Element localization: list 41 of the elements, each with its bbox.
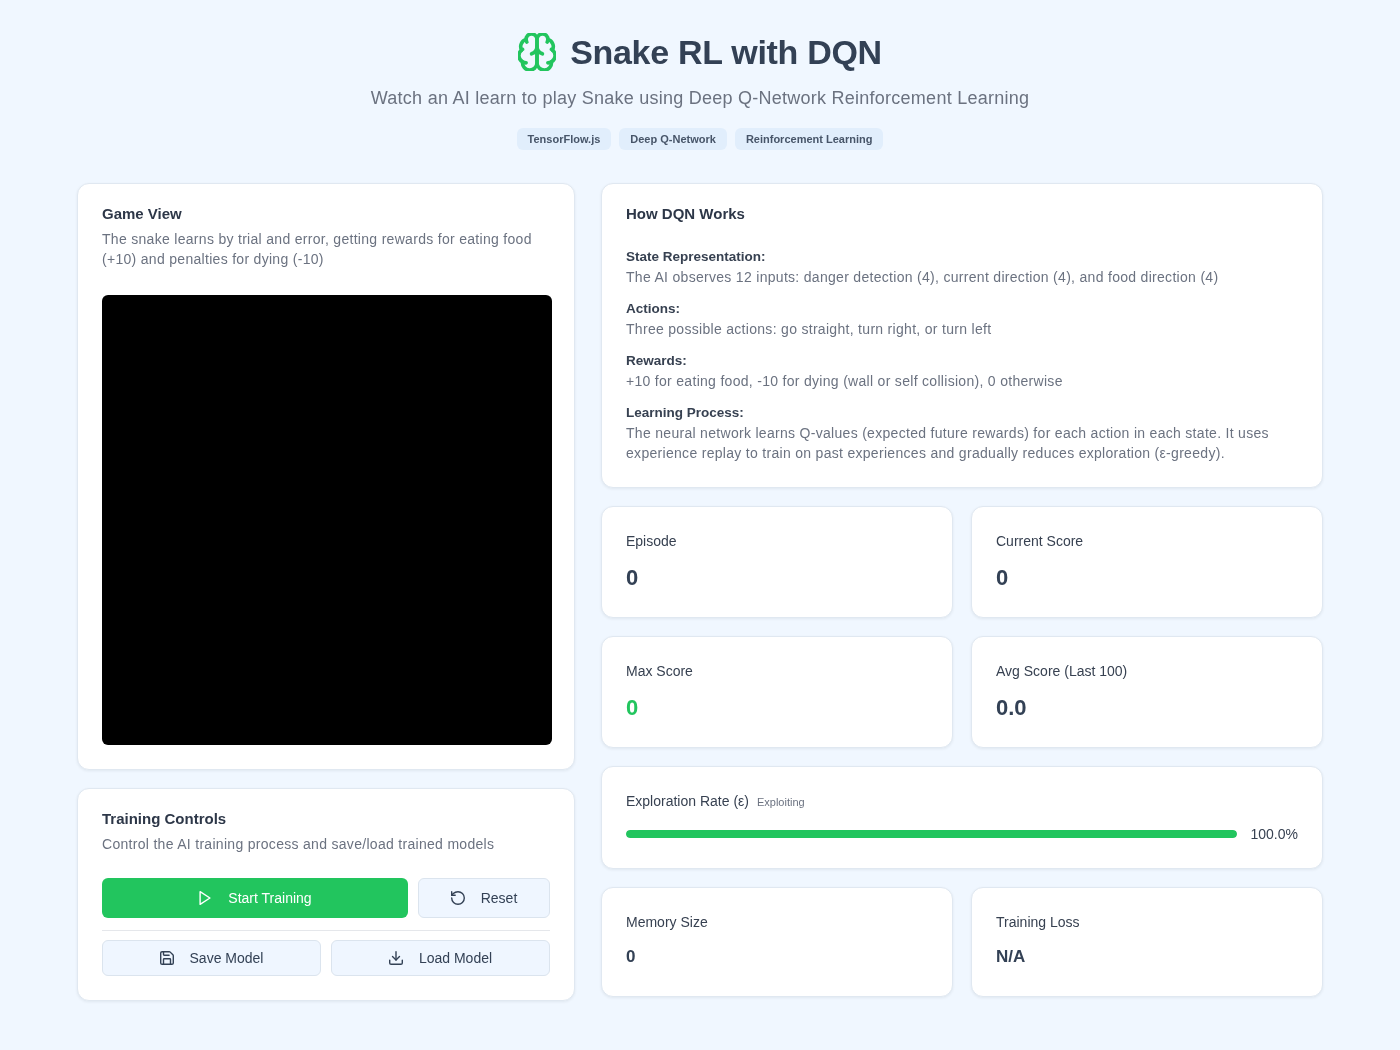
brain-icon <box>518 33 557 71</box>
reset-icon <box>450 891 465 905</box>
page-subtitle: Watch an AI learn to play Snake using Deep Q-Network Reinforcement Learning <box>370 87 1030 110</box>
load-model-button[interactable]: Load Model <box>331 940 550 976</box>
stat-label: Memory Size <box>626 913 709 932</box>
tech-badge: Reinforcement Learning <box>734 128 884 150</box>
stat-value: N/A <box>996 946 1027 968</box>
exploration-label: Exploration Rate (ε) <box>626 792 749 811</box>
card-title: Training Controls <box>102 809 228 829</box>
stat-value: 0 <box>626 946 637 968</box>
stat-label: Training Loss <box>996 913 1081 932</box>
exploration-status: Exploiting <box>756 795 805 810</box>
stat-value: 0 <box>996 564 1010 592</box>
section-text: +10 for eating food, -10 for dying (wall or self collision), 0 otherwise <box>626 372 1064 391</box>
reset-button[interactable]: Reset <box>418 878 550 918</box>
tech-badge: Deep Q-Network <box>619 128 727 150</box>
card-description: Control the AI training process and save/load trained models <box>102 835 496 854</box>
section-text: The AI observes 12 inputs: danger detection (4), current direction (4), and food direction (4) <box>626 268 1220 287</box>
section-heading: Learning Process: <box>626 404 745 422</box>
stat-label: Current Score <box>996 532 1085 551</box>
card-description: The snake learns by trial and error, getting rewards for eating food (+10) and penalties for dying (-10) <box>102 230 533 269</box>
section-text: The neural network learns Q-values (expected future rewards) for each action in each state. It uses experience replay to train on past experiences and gradually reduces exploration (ε-greedy). <box>626 424 1270 463</box>
section-text: Three possible actions: go straight, turn right, or turn left <box>626 320 993 339</box>
stat-value: 0 <box>626 694 640 722</box>
stat-label: Avg Score (Last 100) <box>996 662 1129 681</box>
section-heading: Rewards: <box>626 352 688 370</box>
stat-label: Episode <box>626 532 678 551</box>
stat-value: 0 <box>626 564 640 592</box>
section-heading: Actions: <box>626 300 681 318</box>
section-heading: State Representation: <box>626 248 767 266</box>
save-model-button[interactable]: Save Model <box>102 940 321 976</box>
card-title: How DQN Works <box>626 204 746 224</box>
download-icon <box>388 951 403 965</box>
stat-label: Max Score <box>626 662 694 681</box>
play-icon <box>198 891 213 905</box>
tech-badge: TensorFlow.js <box>516 128 612 150</box>
stat-value: 0.0 <box>996 694 1028 722</box>
exploration-reading: 100.0% <box>1250 825 1298 844</box>
card-title: Game View <box>102 204 183 224</box>
save-icon <box>159 951 174 965</box>
page-title: Snake RL with DQN <box>570 32 882 72</box>
